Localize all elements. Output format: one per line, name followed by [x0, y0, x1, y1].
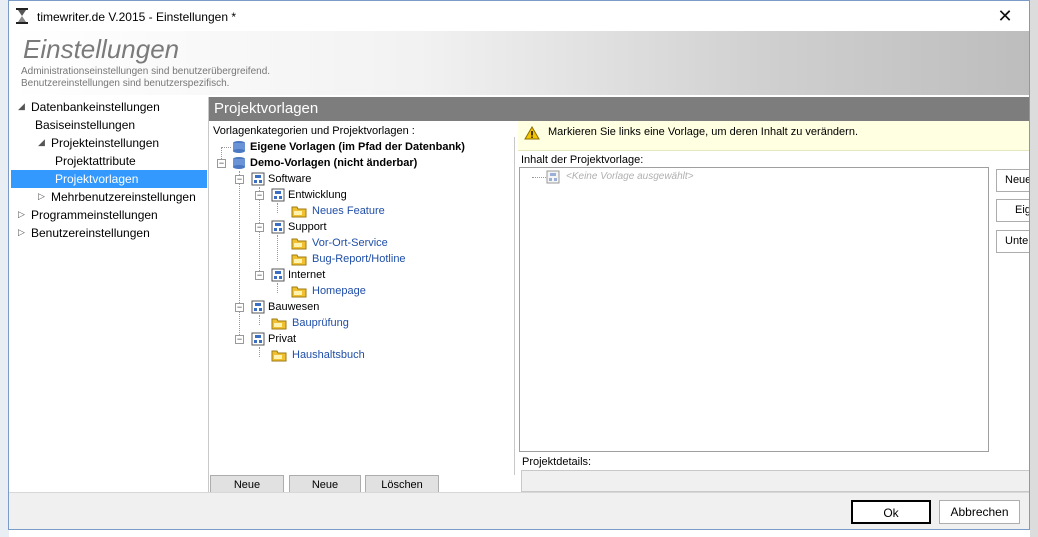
- tree-node-internet[interactable]: Internet: [271, 267, 325, 283]
- new-category-button[interactable]: Neue: [210, 475, 284, 493]
- close-button[interactable]: ✕: [985, 3, 1025, 29]
- nav-item-projektvorlagen[interactable]: Projektvorlagen: [11, 170, 207, 188]
- template-folder-icon: [291, 254, 307, 266]
- header-subtitle-admin: Administrationseinstellungen sind benutz…: [21, 66, 271, 77]
- header-title: Einstellungen: [23, 34, 180, 64]
- nav-item-basiseinstellungen[interactable]: Basiseinstellungen: [35, 116, 135, 134]
- template-content-tree[interactable]: <Keine Vorlage ausgewählt>: [519, 167, 989, 452]
- template-folder-icon: [271, 350, 287, 362]
- close-icon: ✕: [997, 5, 1013, 26]
- details-label: Projektdetails:: [522, 456, 592, 468]
- template-folder-icon: [291, 238, 307, 250]
- collapsed-arrow-icon[interactable]: ▷: [18, 227, 25, 238]
- panel-header: Projektvorlagen: [209, 97, 1029, 121]
- category-icon: [251, 332, 265, 346]
- tree-connector: [277, 235, 278, 261]
- tree-node-privat[interactable]: Privat: [251, 331, 296, 347]
- nav-item-projekteinstellungen[interactable]: Projekteinstellungen: [51, 134, 159, 152]
- sub-item-button[interactable]: Unte: [996, 230, 1029, 253]
- dialog-footer: Ok Abbrechen: [9, 492, 1029, 529]
- warning-icon: [524, 126, 540, 140]
- cancel-button[interactable]: Abbrechen: [939, 500, 1020, 524]
- category-icon: [251, 300, 265, 314]
- template-folder-icon: [271, 318, 287, 330]
- settings-header: Einstellungen Administrationseinstellung…: [9, 31, 1029, 95]
- new-item-button[interactable]: Neue: [996, 169, 1029, 192]
- tree-node-support[interactable]: Support: [271, 219, 327, 235]
- tree-node-haushaltsbuch[interactable]: Haushaltsbuch: [271, 347, 365, 363]
- expanded-arrow-icon[interactable]: ◢: [38, 137, 45, 148]
- settings-window: timewriter.de V.2015 - Einstellungen * ✕…: [8, 0, 1030, 530]
- title-bar[interactable]: timewriter.de V.2015 - Einstellungen * ✕: [9, 1, 1029, 31]
- collapse-toggle[interactable]: −: [217, 159, 226, 168]
- collapsed-arrow-icon[interactable]: ▷: [38, 191, 45, 202]
- collapse-toggle[interactable]: −: [235, 303, 244, 312]
- nav-item-projektattribute[interactable]: Projektattribute: [55, 152, 136, 170]
- category-icon: [271, 188, 285, 202]
- category-icon: [271, 268, 285, 282]
- template-folder-icon: [291, 206, 307, 218]
- tree-node-bug-report[interactable]: Bug-Report/Hotline: [291, 251, 406, 267]
- nav-item-benutzereinstellungen[interactable]: Benutzereinstellungen: [31, 224, 150, 242]
- expanded-arrow-icon[interactable]: ◢: [18, 101, 25, 112]
- collapse-toggle[interactable]: −: [235, 175, 244, 184]
- info-bar: Markieren Sie links eine Vorlage, um der…: [518, 121, 1029, 151]
- settings-navigation-tree: ◢ Datenbankeinstellungen Basiseinstellun…: [9, 97, 209, 492]
- collapsed-arrow-icon[interactable]: ▷: [18, 209, 25, 220]
- tree-connector: [221, 147, 231, 148]
- background-app-right: [1030, 0, 1038, 537]
- template-tree[interactable]: Eigene Vorlagen (im Pfad der Datenbank) …: [209, 137, 515, 475]
- ok-button[interactable]: Ok: [851, 500, 931, 524]
- tree-connector: [277, 203, 278, 213]
- info-text: Markieren Sie links eine Vorlage, um der…: [548, 126, 859, 138]
- tree-node-software[interactable]: Software: [251, 171, 311, 187]
- collapse-toggle[interactable]: −: [235, 335, 244, 344]
- tree-connector: [259, 347, 260, 357]
- delete-button[interactable]: Löschen: [365, 475, 439, 493]
- tree-connector: [259, 187, 260, 277]
- tree-node-vor-ort-service[interactable]: Vor-Ort-Service: [291, 235, 388, 251]
- category-icon: [251, 172, 265, 186]
- tree-connector: [532, 177, 546, 178]
- no-template-placeholder: <Keine Vorlage ausgewählt>: [566, 171, 694, 182]
- nav-item-mehrbenutzereinstellungen[interactable]: Mehrbenutzereinstellungen: [51, 188, 196, 206]
- tree-connector: [277, 283, 278, 293]
- tree-node-demo-vorlagen[interactable]: Demo-Vorlagen (nicht änderbar): [231, 155, 417, 171]
- collapse-toggle[interactable]: −: [255, 223, 264, 232]
- tree-node-bauwesen[interactable]: Bauwesen: [251, 299, 319, 315]
- tree-connector: [239, 171, 240, 341]
- collapse-toggle[interactable]: −: [255, 191, 264, 200]
- window-title: timewriter.de V.2015 - Einstellungen *: [37, 10, 237, 24]
- collapse-toggle[interactable]: −: [255, 271, 264, 280]
- template-folder-icon: [291, 286, 307, 298]
- tree-node-entwicklung[interactable]: Entwicklung: [271, 187, 347, 203]
- category-icon: [546, 170, 560, 184]
- panel-title: Projektvorlagen: [214, 100, 319, 117]
- database-icon: [233, 157, 245, 170]
- category-icon: [271, 220, 285, 234]
- projektvorlagen-panel: Projektvorlagen Vorlagenkategorien und P…: [209, 97, 1029, 493]
- new-template-button[interactable]: Neue: [289, 475, 361, 493]
- hourglass-icon: [16, 8, 28, 24]
- tree-node-baupruefung[interactable]: Bauprüfung: [271, 315, 349, 331]
- tree-node-homepage[interactable]: Homepage: [291, 283, 366, 299]
- nav-item-programmeinstellungen[interactable]: Programmeinstellungen: [31, 206, 158, 224]
- properties-button[interactable]: Eige: [996, 199, 1029, 222]
- database-icon: [233, 141, 245, 154]
- tree-node-eigene-vorlagen[interactable]: Eigene Vorlagen (im Pfad der Datenbank): [231, 139, 465, 155]
- tree-label: Vorlagenkategorien und Projektvorlagen :: [213, 125, 415, 137]
- details-field[interactable]: [521, 470, 1029, 492]
- nav-item-datenbankeinstellungen[interactable]: Datenbankeinstellungen: [31, 98, 160, 116]
- tree-connector: [259, 315, 260, 325]
- tree-node-neues-feature[interactable]: Neues Feature: [291, 203, 385, 219]
- content-label: Inhalt der Projektvorlage:: [521, 154, 644, 166]
- header-subtitle-user: Benutzereinstellungen sind benutzerspezi…: [21, 78, 230, 89]
